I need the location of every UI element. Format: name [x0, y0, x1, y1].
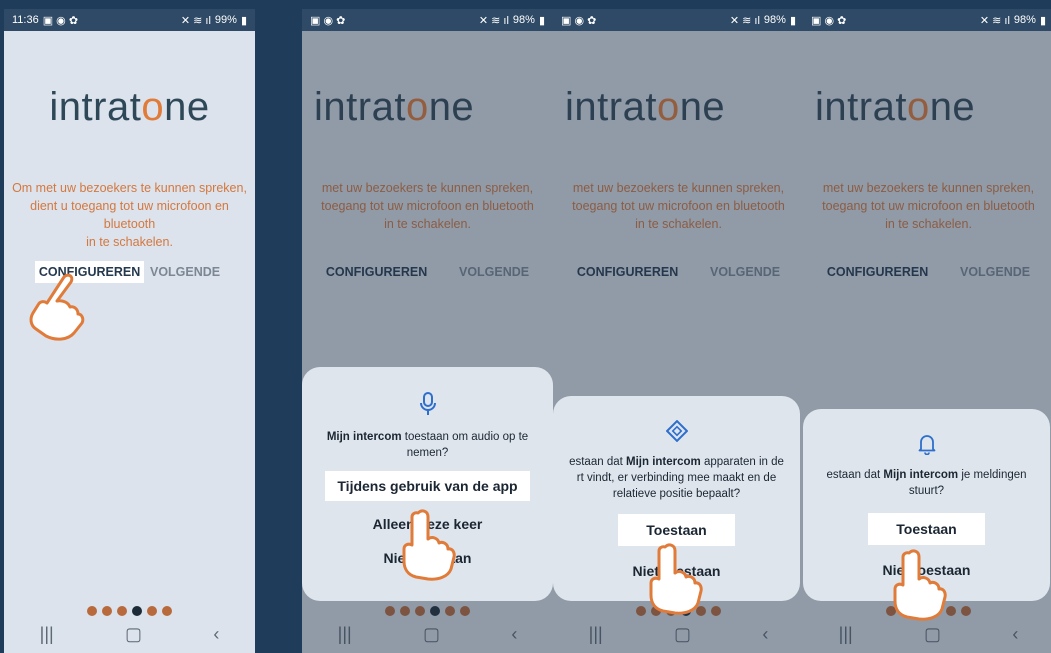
signal-icons: ✕ ≋ ıl: [979, 14, 1010, 27]
android-nav-bar: ||| ▢ ‹: [4, 615, 255, 653]
configure-button[interactable]: CONFIGUREREN: [823, 261, 932, 283]
next-button[interactable]: VOLGENDE: [455, 261, 533, 283]
recent-apps-icon[interactable]: |||: [839, 624, 853, 645]
recent-apps-icon[interactable]: |||: [40, 624, 54, 645]
battery-icon: ▮: [1039, 14, 1046, 27]
permission-message: met uw bezoekers te kunnen spreken, toeg…: [321, 181, 534, 231]
battery-icon: ▮: [538, 14, 545, 27]
status-bar: ▣ ◉ ✿ ✕ ≋ ıl 98% ▮: [302, 9, 553, 31]
allow-button[interactable]: Toestaan: [618, 514, 735, 546]
intratone-logo: intratone: [565, 85, 726, 129]
bell-icon: [803, 433, 1050, 455]
home-icon[interactable]: ▢: [423, 624, 440, 645]
permission-message: Om met uw bezoekers te kunnen spreken, d…: [12, 181, 247, 249]
android-nav-bar: ||| ▢ ‹: [302, 615, 553, 653]
back-icon[interactable]: ‹: [1012, 624, 1018, 645]
recent-apps-icon[interactable]: |||: [589, 624, 603, 645]
bluetooth-diamond-icon: [553, 420, 800, 442]
configure-button[interactable]: CONFIGUREREN: [573, 261, 682, 283]
hand-pointer-icon: [402, 509, 456, 581]
dialog-text: Mijn intercom toestaan om audio op te ne…: [326, 431, 529, 459]
status-bar: ▣ ◉ ✿ ✕ ≋ ıl 98% ▮: [803, 9, 1051, 31]
notification-icons: ▣ ◉ ✿: [42, 14, 79, 27]
battery-level: 99%: [214, 14, 237, 26]
configure-button[interactable]: CONFIGUREREN: [322, 261, 431, 283]
battery-level: 98%: [763, 14, 786, 26]
next-button[interactable]: VOLGENDE: [956, 261, 1034, 283]
microphone-icon: [302, 391, 553, 417]
clock: 11:36: [12, 14, 39, 26]
battery-icon: ▮: [789, 14, 796, 27]
home-icon[interactable]: ▢: [125, 624, 142, 645]
phone-screen-4: ▣ ◉ ✿ ✕ ≋ ıl 98% ▮ intratone met uw bezo…: [803, 9, 1051, 653]
signal-icons: ✕ ≋ ıl: [180, 14, 211, 27]
next-button[interactable]: VOLGENDE: [706, 261, 784, 283]
hand-pointer-icon: [893, 549, 947, 621]
battery-level: 98%: [512, 14, 535, 26]
dialog-text: estaan dat Mijn intercom apparaten in de…: [569, 456, 784, 500]
recent-apps-icon[interactable]: |||: [338, 624, 352, 645]
hand-pointer-icon: [29, 273, 85, 341]
dialog-text: estaan dat Mijn intercom je meldingen st…: [826, 469, 1027, 497]
tutorial-strip: 11:36 ▣ ◉ ✿ ✕ ≋ ıl 99% ▮ intratone Om me…: [0, 0, 1051, 653]
phone-screen-1: 11:36 ▣ ◉ ✿ ✕ ≋ ıl 99% ▮ intratone Om me…: [4, 9, 255, 653]
signal-icons: ✕ ≋ ıl: [729, 14, 760, 27]
notification-icons: ▣ ◉ ✿: [561, 14, 597, 27]
signal-icons: ✕ ≋ ıl: [478, 14, 509, 27]
battery-icon: ▮: [240, 14, 247, 27]
back-icon[interactable]: ‹: [213, 624, 219, 645]
next-button[interactable]: VOLGENDE: [146, 261, 224, 283]
status-bar: 11:36 ▣ ◉ ✿ ✕ ≋ ıl 99% ▮: [4, 9, 255, 31]
home-icon[interactable]: ▢: [924, 624, 941, 645]
allow-button[interactable]: Toestaan: [868, 513, 985, 545]
intratone-logo: intratone: [815, 85, 976, 129]
android-nav-bar: ||| ▢ ‹: [553, 615, 804, 653]
notification-icons: ▣ ◉ ✿: [811, 14, 847, 27]
permission-message: met uw bezoekers te kunnen spreken, toeg…: [572, 181, 785, 231]
battery-level: 98%: [1013, 14, 1036, 26]
status-bar: ▣ ◉ ✿ ✕ ≋ ıl 98% ▮: [553, 9, 804, 31]
phone-screen-2: ▣ ◉ ✿ ✕ ≋ ıl 98% ▮ intratone met uw bezo…: [302, 9, 553, 653]
allow-while-using-button[interactable]: Tijdens gebruik van de app: [325, 471, 530, 501]
home-icon[interactable]: ▢: [674, 624, 691, 645]
phone-screen-3: ▣ ◉ ✿ ✕ ≋ ıl 98% ▮ intratone met uw bezo…: [553, 9, 804, 653]
intratone-logo: intratone: [49, 85, 210, 129]
hand-pointer-icon: [649, 543, 703, 615]
intratone-logo: intratone: [314, 85, 475, 129]
back-icon[interactable]: ‹: [762, 624, 768, 645]
back-icon[interactable]: ‹: [511, 624, 517, 645]
notification-icons: ▣ ◉ ✿: [310, 14, 346, 27]
permission-message: met uw bezoekers te kunnen spreken, toeg…: [822, 181, 1035, 231]
